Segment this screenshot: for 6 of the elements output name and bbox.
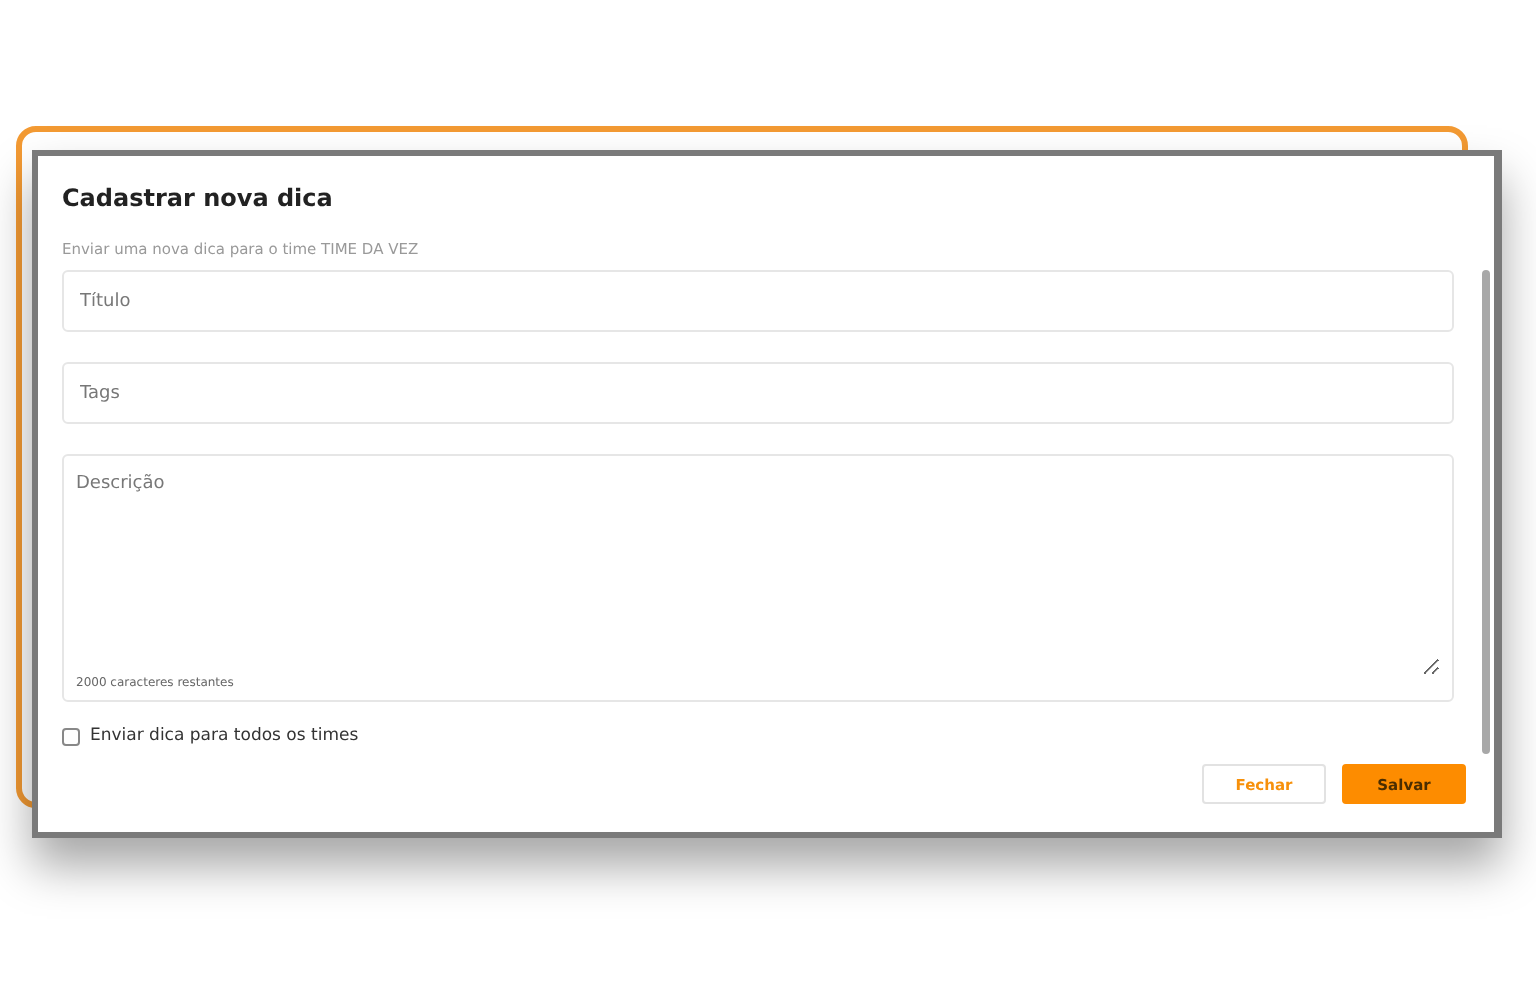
scrollbar[interactable] <box>1482 270 1490 754</box>
dialog-title: Cadastrar nova dica <box>62 184 335 212</box>
text-field[interactable]: Tags <box>62 362 1454 424</box>
text-field[interactable]: Título <box>62 270 1454 332</box>
checkbox-label: Enviar dica para todos os times <box>90 726 359 746</box>
checkbox[interactable] <box>62 727 80 745</box>
